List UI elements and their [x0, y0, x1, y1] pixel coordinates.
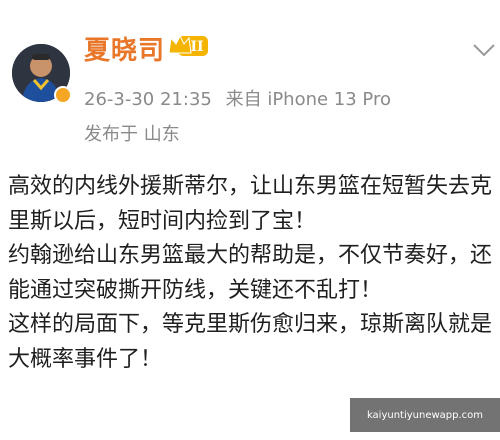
watermark-url: kaiyuntiyunewapp.com	[366, 410, 484, 421]
post-body-line: 大概率事件了！	[8, 346, 163, 372]
watermark: kaiyuntiyunewapp.com	[350, 398, 500, 432]
post-body-line: 高效的内线外援斯蒂尔，让山东男篮在短暂失去克	[8, 174, 493, 199]
post-timestamp: 26-3-30 21:35	[84, 89, 212, 110]
post-body-line: 里斯以后，短时间内捡到了宝！	[8, 208, 317, 234]
post-device: 来自 iPhone 13 Pro	[225, 89, 391, 110]
author-name[interactable]: 夏晓司	[84, 30, 165, 67]
vip-level-text: II	[190, 39, 203, 55]
crown-vip-badge-icon[interactable]: II	[168, 33, 210, 59]
post-body-line: 这样的局面下，等克里斯伤愈归来，琼斯离队就是	[8, 312, 493, 337]
verified-badge-icon	[54, 86, 72, 104]
post-header: 夏晓司 II 26-3-30 21:35 来自 iPhone 13 Pro 发布…	[0, 0, 500, 150]
post-location: 发布于 山东	[84, 124, 180, 145]
post-body-line: 约翰逊给山东男篮最大的帮助是，不仅节奏好，还	[8, 243, 493, 268]
post-body-line: 能通过突破撕开防线，关键还不乱打！	[8, 277, 383, 303]
post-body: 高效的内线外援斯蒂尔，让山东男篮在短暂失去克 里斯以后，短时间内捡到了宝！ 约翰…	[8, 170, 496, 377]
post-meta: 26-3-30 21:35 来自 iPhone 13 Pro	[84, 85, 399, 111]
chevron-down-icon[interactable]	[470, 40, 498, 60]
